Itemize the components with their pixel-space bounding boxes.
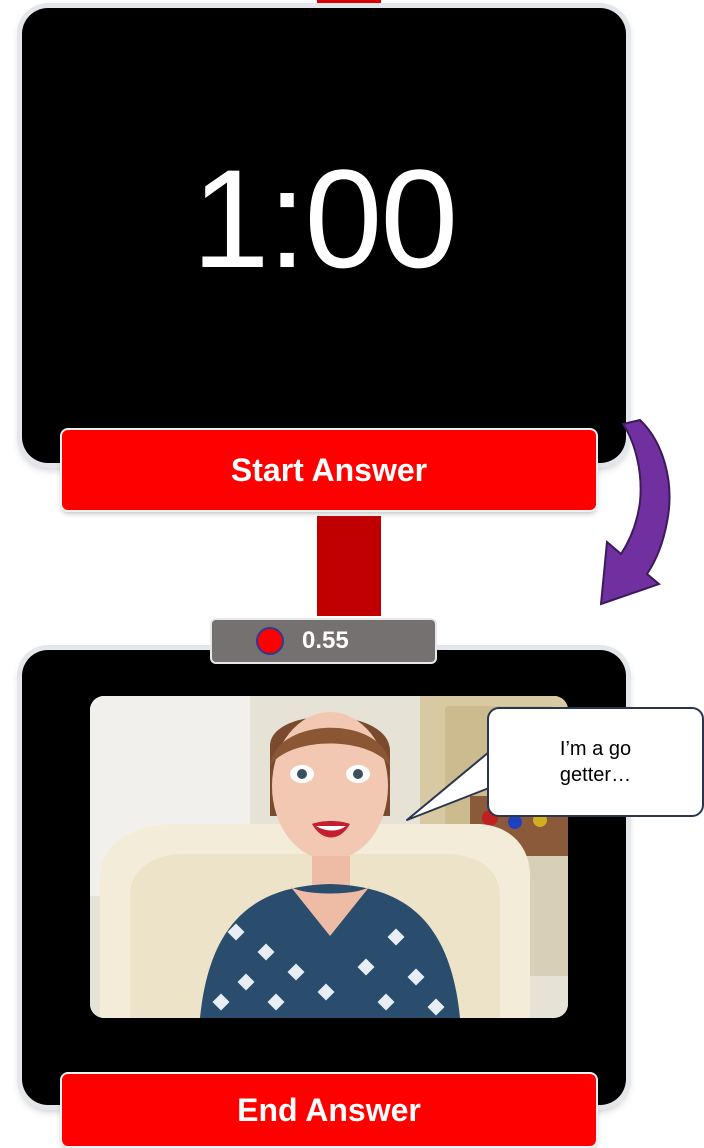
countdown-timer: 1:00 <box>191 140 458 297</box>
speech-bubble-tail <box>406 751 490 821</box>
timer-panel: 1:00 <box>22 8 626 463</box>
start-answer-button[interactable]: Start Answer <box>62 430 596 510</box>
curved-down-arrow-icon <box>599 418 671 606</box>
recording-time: 0.55 <box>302 627 349 654</box>
end-answer-button[interactable]: End Answer <box>62 1074 596 1146</box>
record-dot-icon <box>256 627 284 655</box>
middle-connector <box>317 516 381 616</box>
speech-bubble: I’m a go getter… <box>487 707 704 817</box>
speech-bubble-text: I’m a go getter… <box>559 738 632 786</box>
recording-indicator: 0.55 <box>212 620 435 662</box>
